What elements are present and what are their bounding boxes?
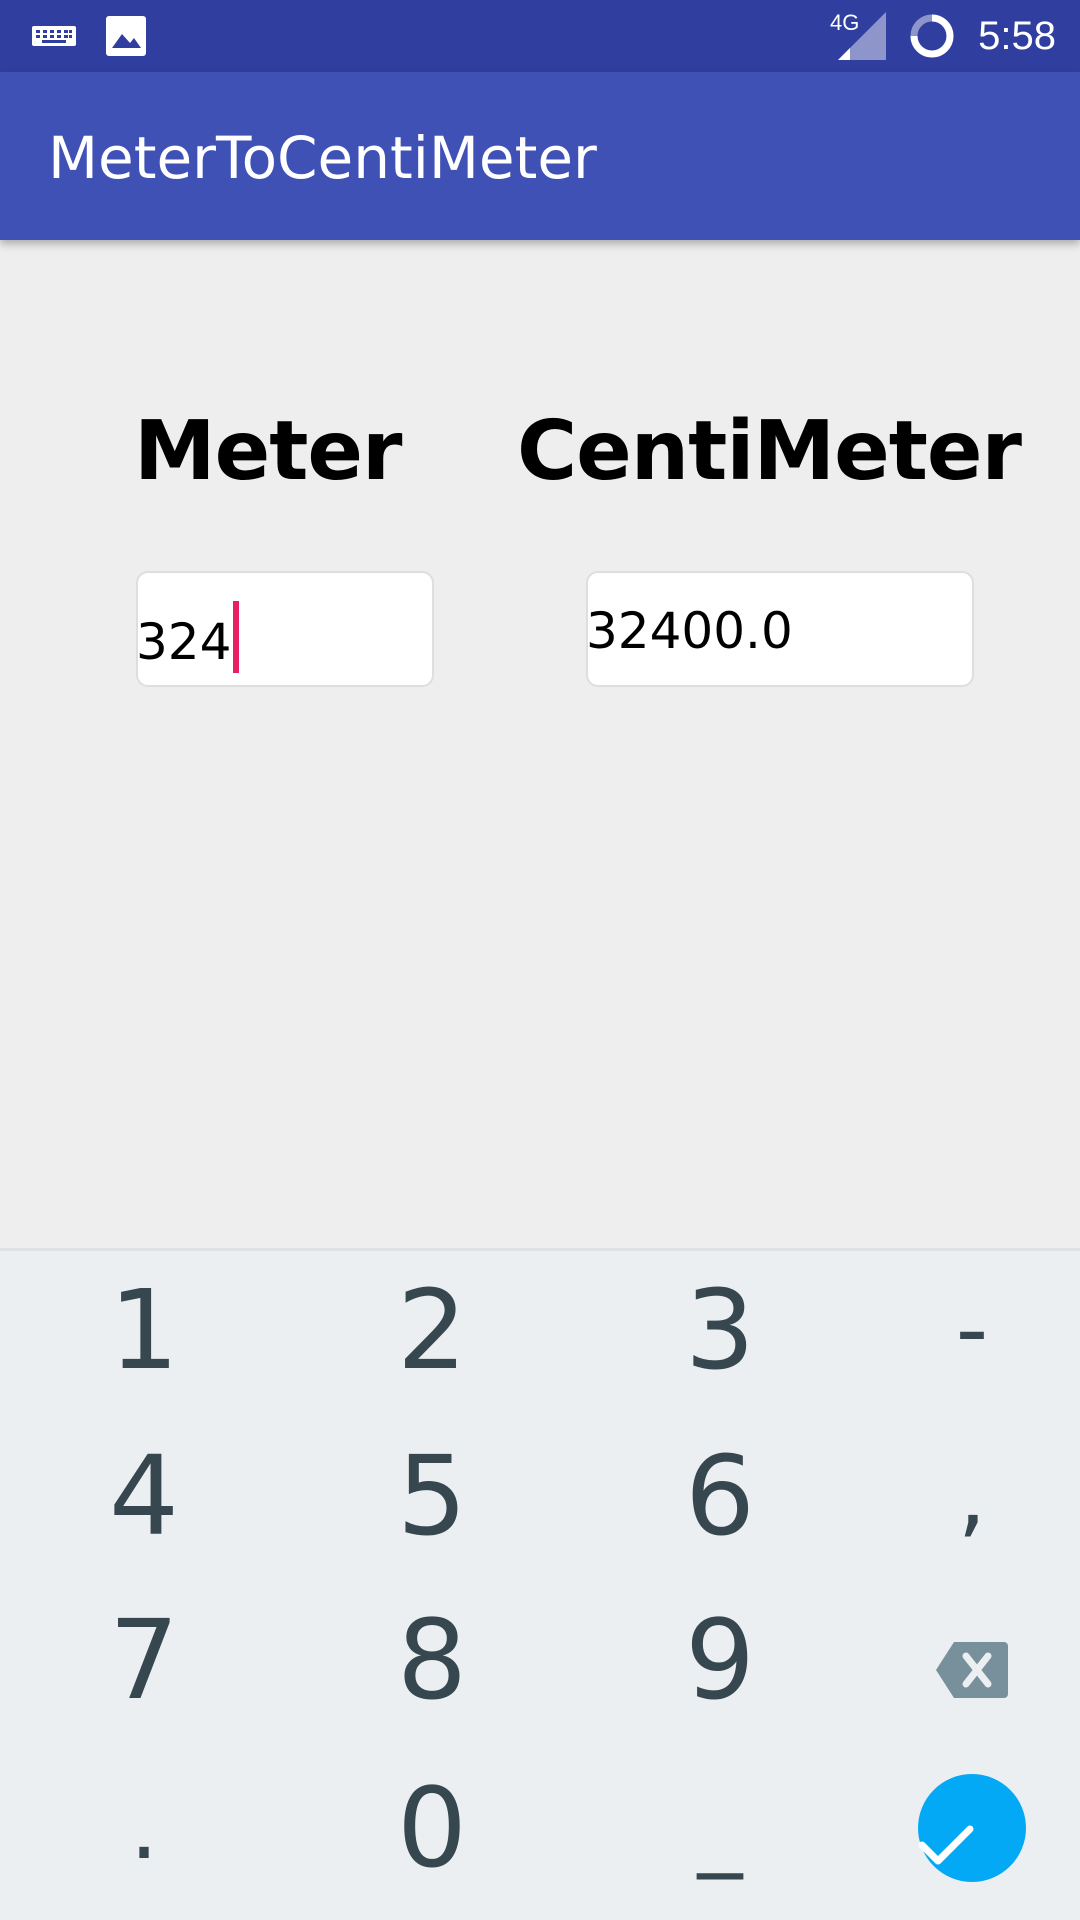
meter-input[interactable]: 324	[136, 571, 434, 687]
key-2[interactable]: 2	[322, 1250, 542, 1410]
key-4[interactable]: 4	[34, 1416, 254, 1576]
key-comma[interactable]: ,	[862, 1416, 1080, 1576]
done-key[interactable]	[862, 1748, 1080, 1908]
screen: 4G 5:58 MeterToCentiMeter Meter CentiMet…	[0, 0, 1080, 1920]
key-9[interactable]: 9	[610, 1580, 830, 1740]
key-period[interactable]: .	[34, 1748, 254, 1908]
centimeter-output-value: 32400.0	[586, 602, 793, 660]
signal-icon	[838, 12, 886, 65]
backspace-icon	[936, 1605, 1008, 1715]
key-1[interactable]: 1	[34, 1250, 254, 1410]
keyboard-icon	[32, 24, 76, 53]
key-0[interactable]: 0	[322, 1748, 542, 1908]
key-7[interactable]: 7	[34, 1580, 254, 1740]
centimeter-output[interactable]: 32400.0	[586, 571, 974, 687]
key-3[interactable]: 3	[610, 1250, 830, 1410]
key-space[interactable]: _	[610, 1748, 830, 1908]
key-minus[interactable]: -	[862, 1250, 1080, 1410]
centimeter-label: CentiMeter	[517, 404, 1022, 499]
sync-icon	[908, 12, 956, 65]
meter-label: Meter	[134, 404, 402, 499]
status-bar: 4G 5:58	[0, 0, 1080, 72]
key-8[interactable]: 8	[322, 1580, 542, 1740]
key-6[interactable]: 6	[610, 1416, 830, 1576]
checkmark-icon	[918, 1774, 1026, 1884]
key-5[interactable]: 5	[322, 1416, 542, 1576]
image-icon	[106, 16, 146, 61]
app-title: MeterToCentiMeter	[48, 124, 597, 192]
done-button	[918, 1774, 1026, 1882]
text-cursor	[233, 601, 240, 673]
app-bar: MeterToCentiMeter	[0, 72, 1080, 240]
meter-input-value: 324	[136, 613, 232, 671]
backspace-key[interactable]	[862, 1580, 1080, 1740]
status-time: 5:58	[978, 14, 1056, 58]
